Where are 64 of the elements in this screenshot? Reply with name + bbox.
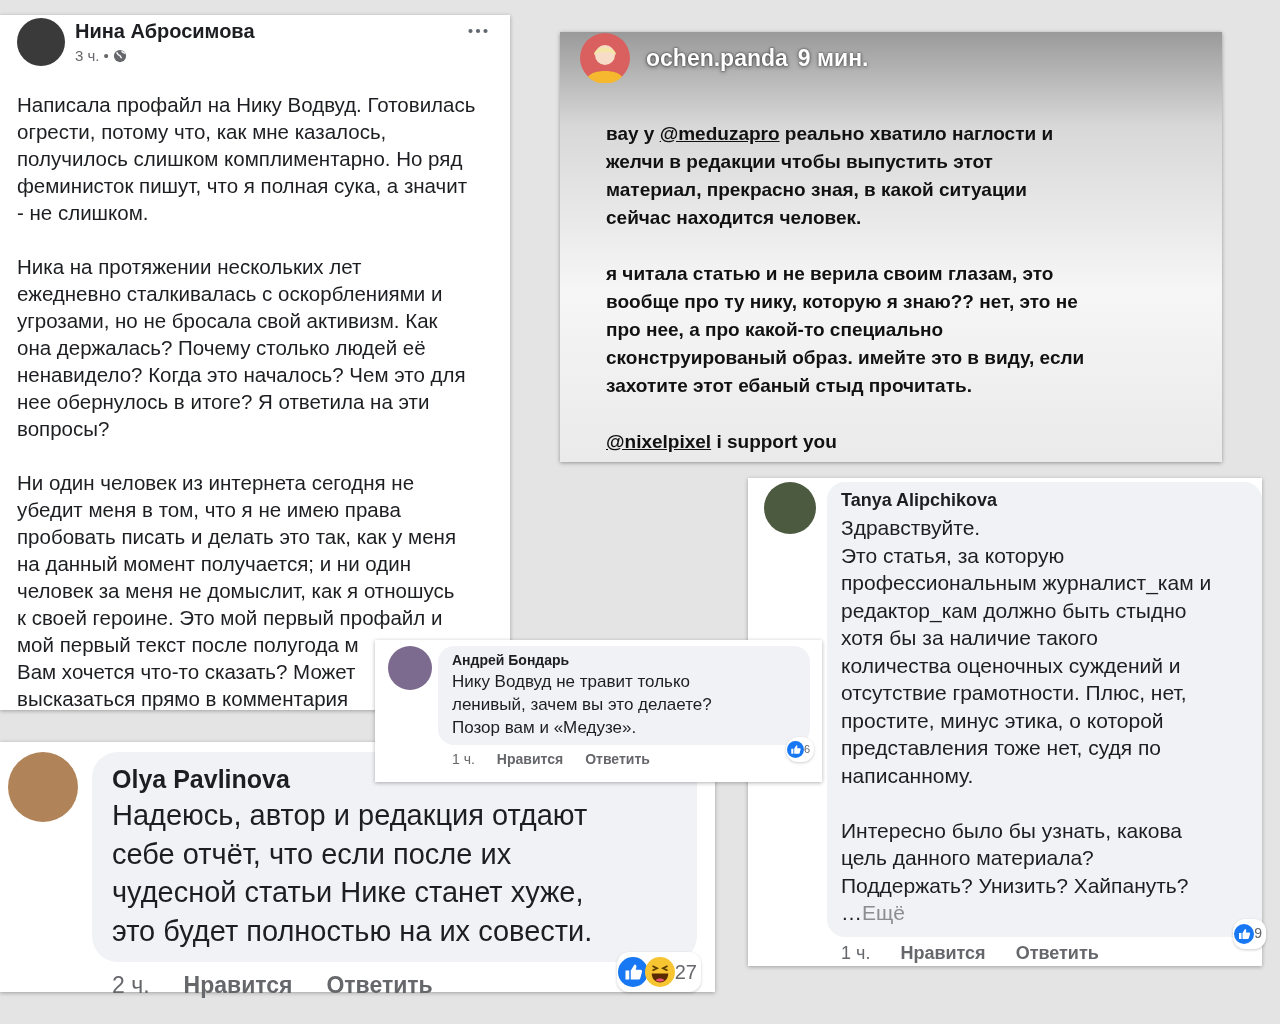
like-link[interactable]: Нравится <box>900 942 986 964</box>
commenter-name[interactable]: Tanya Alipchikova <box>841 486 998 514</box>
commenter-name[interactable]: Андрей Бондарь <box>452 651 570 670</box>
reaction-count: 6 <box>803 742 810 757</box>
post-time[interactable]: 3 ч. <box>75 47 100 64</box>
post-text-line: получилось слишком комплиментарно. Но ряд <box>17 146 463 172</box>
post-text-line: угрозами, но не бросала свой активизм. Как <box>17 308 438 334</box>
see-more-link[interactable]: Ещё <box>862 901 905 924</box>
comment-text: Здравствуйте. Это статья, за которую профессиональным журналист_кам и редактор_кам должно быть стыдно хотя бы за наличие такого количества оценочных суждений и отсутствие грамотности. Плюс, нет, простите, минус этика, о которой представления тоже нет, судя по написанному. <box>841 515 1213 789</box>
post-text-line: на данный момент получается; и ни один <box>17 551 411 577</box>
comment-time[interactable]: 1 ч. <box>841 942 871 964</box>
more-icon[interactable] <box>468 28 488 34</box>
post-text-line: Ни один человек из интернета сегодня не <box>17 470 415 496</box>
story-text: вау у @meduzapro реально хватило наглости и желчи в редакции чтобы выпустить этот материал, прекрасно зная, в какой ситуации сейчас находится человек. <box>606 122 1055 230</box>
post-text-line: высказаться прямо в комментария <box>17 686 349 710</box>
reply-link[interactable]: Ответить <box>1015 942 1099 964</box>
mention-link[interactable]: @meduzapro <box>659 123 780 144</box>
like-link[interactable]: Нравится <box>496 751 564 767</box>
post-text-line: Вам хочется что-то сказать? Может <box>17 659 356 685</box>
post-text-line: Написала профайл на Нику Водвуд. Готовилась <box>17 92 476 118</box>
reaction-badge[interactable]: 6 <box>785 737 814 762</box>
separator: • <box>103 47 109 64</box>
ellipsis: … <box>841 901 862 924</box>
post-text-line: нее обернулось в итоге? Я ответила на эти <box>17 389 430 415</box>
avatar <box>17 18 65 66</box>
post-text-line: пробовать писать и делать это так, как у меня <box>17 524 456 550</box>
post-text-line: она держалась? Почему столько людей её <box>17 335 426 361</box>
post-text-line: Ника на протяжении нескольких лет <box>17 254 362 280</box>
post-text-line: огрести, потому что, как мне казалось, <box>17 119 387 145</box>
thumbs-up-icon <box>786 741 804 758</box>
post-text-line: вопросы? <box>17 416 110 442</box>
comment-time[interactable]: 1 ч. <box>452 751 475 767</box>
post-text-line: человек за меня не домыслит, как я отношусь <box>17 578 455 604</box>
post-text-line: - не слишком. <box>17 200 149 226</box>
reply-link[interactable]: Ответить <box>326 972 433 999</box>
avatar <box>764 482 816 534</box>
story-time: 9 мин. <box>797 44 869 72</box>
post-text-line: убедит меня в том, что я не имею права <box>17 497 401 523</box>
comment-text: Надеюсь, автор и редакция отдают себе отчёт, что если после их чудесной статьи Нике станет хуже, это будет полностью на их совести. <box>112 798 594 949</box>
comment-text: Нику Водвуд не травит только ленивый, зачем вы это делаете? Позор вам и «Медузе». <box>452 671 713 739</box>
reaction-badge[interactable]: 9 <box>1233 919 1266 949</box>
reply-link[interactable]: Ответить <box>585 751 650 767</box>
reaction-badge[interactable]: 27 <box>616 951 701 992</box>
like-link[interactable]: Нравится <box>183 972 293 999</box>
post-text-line: ежедневно сталкивалась с оскорблениями и <box>17 281 443 307</box>
story-text: @nixelpixel i support you <box>606 430 838 454</box>
reaction-count: 9 <box>1254 924 1262 943</box>
commenter-name[interactable]: Olya Pavlinova <box>112 762 290 796</box>
globe-icon <box>112 48 127 63</box>
post-text-line: ненавидело? Когда это началось? Чем это для <box>17 362 466 388</box>
avatar <box>388 646 432 690</box>
laughing-face-icon <box>644 956 675 987</box>
post-text-line: феминисток пишут, что я полная сука, а значит <box>17 173 468 199</box>
avatar <box>580 33 630 83</box>
mention-link[interactable]: @nixelpixel <box>606 431 712 452</box>
author-name[interactable]: Нина Абросимова <box>75 20 458 43</box>
comment-time[interactable]: 2 ч. <box>112 972 150 999</box>
post-text-line: к своей героине. Это мой первый профайл и <box>17 605 443 631</box>
thumbs-up-icon <box>1234 923 1255 944</box>
thumbs-up-icon <box>617 956 648 987</box>
comment-text: Интересно было бы узнать, какова цель данного материала? Поддержать? Унизить? Хайпануть? <box>841 817 1190 899</box>
story-text: я читала статью и не верила своим глазам, это вообще про ту нику, которую я знаю?? нет, это не про нее, а про какой-то специально сконструированый образ. имейте это в виду, если захотите этот ебаный стыд прочитать. <box>606 262 1086 398</box>
post-text-line: мой первый текст после полугода м <box>17 632 359 658</box>
reaction-count: 27 <box>674 959 697 985</box>
